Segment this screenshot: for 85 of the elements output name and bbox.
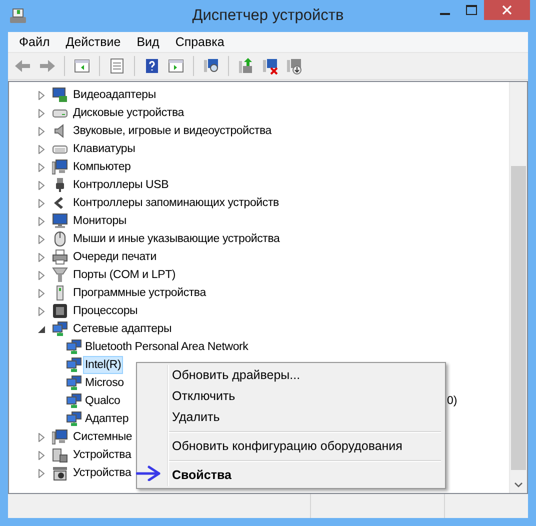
back-arrow-icon[interactable] [14, 57, 32, 75]
menu-bar-item[interactable]: Справка [167, 35, 232, 49]
tree-item[interactable]: Видеоадаптеры [71, 86, 158, 104]
monitor-icon [52, 213, 68, 229]
expand-arrow-icon[interactable] [37, 234, 46, 244]
minimize-icon [440, 13, 450, 15]
menu-bar-item[interactable]: Действие [58, 35, 129, 49]
tree-item-label: 0) [447, 394, 458, 409]
tree-item[interactable]: Контроллеры запоминающих устройств [71, 194, 281, 212]
network-icon [66, 339, 82, 355]
tree-item[interactable]: Microso [83, 374, 126, 392]
tree-item[interactable]: Порты (COM и LPT) [71, 266, 178, 284]
menu-item[interactable]: Обновить драйверы... [169, 365, 443, 386]
menu-bar-item[interactable]: Вид [128, 35, 168, 49]
expand-arrow-icon[interactable] [37, 126, 46, 136]
expand-arrow-icon[interactable] [37, 162, 46, 172]
computer-icon [52, 159, 68, 175]
expand-arrow-icon[interactable] [37, 306, 46, 316]
close-icon [502, 5, 512, 15]
tree-item[interactable]: Системные [71, 428, 134, 446]
help-icon[interactable] [143, 57, 161, 75]
upload-icon[interactable] [237, 57, 255, 75]
tree-item[interactable]: Мыши и иные указывающие устройства [71, 230, 282, 248]
tree-item[interactable]: Клавиатуры [71, 140, 138, 158]
forward-arrow-icon[interactable] [38, 57, 56, 75]
expand-arrow-icon[interactable] [37, 198, 46, 208]
scrollbar[interactable] [509, 82, 527, 493]
tree-item[interactable]: Очереди печати [71, 248, 158, 266]
expand-arrow-icon[interactable] [37, 450, 46, 460]
collapse-arrow-icon[interactable] [37, 324, 46, 334]
monitor-cross-icon[interactable] [261, 57, 279, 75]
monitor-icon [52, 87, 68, 103]
window-title: Диспетчер устройств [192, 7, 344, 24]
network-icon [66, 357, 82, 373]
list-icon[interactable] [108, 57, 126, 75]
tree-item[interactable]: Bluetooth Personal Area Network [83, 338, 250, 356]
arrow-drawing [136, 465, 162, 481]
camera-icon [52, 465, 68, 481]
menu-item[interactable]: Удалить [169, 407, 443, 428]
tree-item[interactable]: Контроллеры USB [71, 176, 171, 194]
expand-arrow-icon[interactable] [37, 270, 46, 280]
tree-item[interactable]: Звуковые, игровые и видеоустройства [71, 122, 274, 140]
computer-icon [52, 429, 68, 445]
menu-bar-item[interactable]: Файл [11, 35, 58, 49]
port-icon [52, 267, 68, 283]
expand-arrow-icon[interactable] [37, 108, 46, 118]
scroll-down-icon[interactable] [514, 482, 523, 488]
tree-item[interactable]: Дисковые устройства [71, 104, 186, 122]
menu-item[interactable]: Обновить конфигурацию оборудования [169, 436, 443, 457]
expand-arrow-icon[interactable] [37, 180, 46, 190]
tree-item[interactable]: Компьютер [71, 158, 133, 176]
download-icon[interactable] [285, 57, 303, 75]
mouse-icon [52, 231, 68, 247]
panel-icon[interactable] [167, 57, 185, 75]
expand-arrow-icon[interactable] [37, 432, 46, 442]
tree-item[interactable]: Мониторы [71, 212, 128, 230]
tree-item[interactable]: Адаптер [83, 410, 131, 428]
network-icon [66, 393, 82, 409]
tree-item[interactable]: Программные устройства [71, 284, 208, 302]
processor-icon [52, 303, 68, 319]
tree-item[interactable]: Устройства [71, 464, 134, 482]
tree-item[interactable]: Устройства [71, 446, 134, 464]
scrollbar-thumb[interactable] [511, 166, 526, 470]
expand-arrow-icon[interactable] [37, 144, 46, 154]
expand-arrow-icon[interactable] [37, 90, 46, 100]
close-button[interactable] [484, 0, 530, 20]
monitor-search-icon[interactable] [202, 57, 220, 75]
device-icon [52, 447, 68, 463]
panel-icon[interactable] [73, 57, 91, 75]
expand-arrow-icon[interactable] [37, 216, 46, 226]
menu-item[interactable]: Отключить [169, 386, 443, 407]
app-icon[interactable] [9, 7, 27, 25]
menu-item[interactable]: Свойства [169, 465, 443, 486]
printer-icon [52, 249, 68, 265]
network-icon [52, 321, 68, 337]
tree-item[interactable]: Qualco [83, 392, 122, 410]
network-icon [66, 375, 82, 391]
expand-arrow-icon[interactable] [37, 288, 46, 298]
expand-arrow-icon[interactable] [37, 468, 46, 478]
tree-item[interactable]: Intel(R) [83, 356, 124, 374]
tree-item[interactable]: Сетевые адаптеры [71, 320, 174, 338]
expand-arrow-icon[interactable] [37, 252, 46, 262]
maximize-icon [466, 5, 476, 15]
network-icon [66, 411, 82, 427]
tree-item[interactable]: Процессоры [71, 302, 140, 320]
